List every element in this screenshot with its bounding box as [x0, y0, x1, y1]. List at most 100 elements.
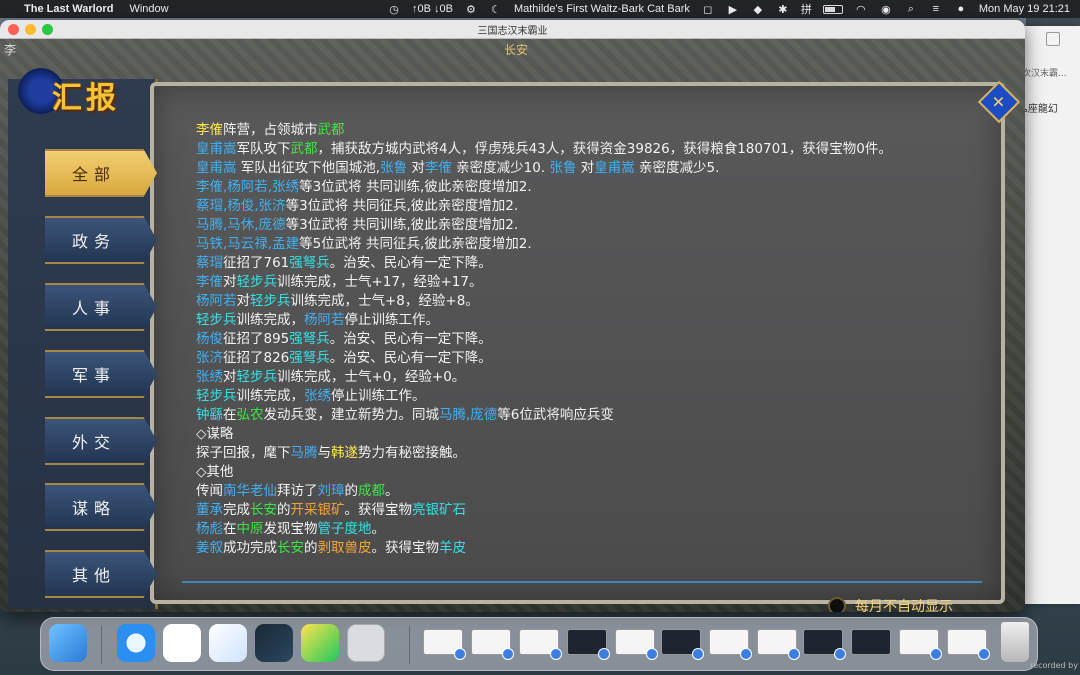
fullscreen-window-button[interactable] — [42, 24, 53, 35]
report-line: 李傕,杨阿若,张绣等3位武将 共同训练,彼此亲密度增加2. — [196, 178, 986, 197]
report-line: 蔡瑁征招了761强弩兵。治安、民心有一定下降。 — [196, 254, 986, 273]
toggle-radio[interactable] — [828, 597, 846, 612]
category-all-button[interactable]: 全部 — [45, 149, 157, 197]
category-strategy-button[interactable]: 谋略 — [45, 483, 157, 531]
report-text: 与 — [317, 445, 332, 461]
shield-icon[interactable]: ◆ — [751, 3, 765, 16]
report-highlight: 蔡瑁,杨俊,张济 — [196, 198, 286, 214]
report-line: 李傕对轻步兵训练完成，士气+17，经验+17。 — [196, 273, 986, 292]
window-thumbnail[interactable] — [709, 629, 752, 660]
report-highlight: 亮银矿石 — [412, 502, 466, 518]
close-window-button[interactable] — [8, 24, 19, 35]
now-playing[interactable]: Mathilde's First Waltz-Bark Cat Bark — [514, 3, 690, 15]
minimize-window-button[interactable] — [25, 24, 36, 35]
report-highlight: 钟繇 — [196, 407, 223, 423]
report-highlight: 张绣 — [304, 388, 331, 404]
report-highlight: 李傕 — [196, 274, 223, 290]
trash-icon[interactable] — [1001, 622, 1029, 662]
window-thumbnail[interactable] — [661, 629, 704, 660]
chat-icon[interactable]: ◻ — [701, 3, 715, 16]
game-window: 三国志汉末霸业 李 长安 汇报 全部 政务 人事 军事 外交 谋略 其他 ✕ 李… — [0, 20, 1025, 612]
report-text: 对 — [236, 293, 251, 309]
network-speed[interactable]: ↑0B ↓0B — [412, 3, 453, 15]
report-text: 。获得宝物 — [344, 502, 413, 518]
window-thumbnail[interactable] — [851, 629, 891, 655]
category-politics-button[interactable]: 政务 — [45, 216, 157, 264]
category-personnel-button[interactable]: 人事 — [45, 283, 157, 331]
rocket-app-icon[interactable] — [209, 624, 247, 662]
window-thumbnail[interactable] — [757, 629, 800, 660]
report-text: 。治安、民心有一定下降。 — [329, 350, 492, 366]
window-thumbnail[interactable] — [423, 629, 466, 660]
report-text: 势力有秘密接触。 — [358, 445, 466, 461]
report-line: 钟繇在弘农发动兵变，建立新势力。同城马腾,庞德等6位武将响应兵变 — [196, 406, 986, 425]
window-thumbnail[interactable] — [615, 629, 658, 660]
report-text: ，捕获敌方城内武将4人，俘虏残兵43人，获得资金39826，获得粮食180701… — [317, 141, 892, 157]
auto-display-toggle[interactable]: 每月不自动显示 — [828, 596, 953, 612]
report-highlight: 董承 — [196, 502, 223, 518]
search-icon[interactable]: ⌕ — [904, 3, 918, 16]
app-menu-title[interactable]: The Last Warlord — [24, 3, 113, 15]
siri-icon[interactable]: ● — [954, 3, 968, 15]
window-menu[interactable]: Window — [129, 3, 168, 15]
report-highlight: 强弩兵 — [289, 255, 330, 271]
report-text: 成功完成 — [223, 540, 277, 556]
report-highlight: 成都 — [358, 483, 385, 499]
category-military-button[interactable]: 军事 — [45, 350, 157, 398]
bluetooth-icon[interactable]: ✱ — [776, 3, 790, 16]
report-line: 皇甫嵩 军队出征攻下他国城池,张鲁 对李傕 亲密度减少10. 张鲁 对皇甫嵩 亲… — [196, 159, 986, 178]
report-text: 发动兵变，建立新势力。同城 — [263, 407, 440, 423]
report-text: 完成 — [223, 502, 250, 518]
steam-icon[interactable] — [255, 624, 293, 662]
datetime[interactable]: Mon May 19 21:21 — [979, 3, 1070, 15]
report-highlight: 杨阿若 — [196, 293, 237, 309]
window-thumbnail[interactable] — [567, 629, 610, 660]
copy-icon[interactable] — [1046, 32, 1060, 46]
window-titlebar[interactable]: 三国志汉末霸业 — [0, 20, 1025, 39]
report-line: 探子回报，麾下马腾与韩遂势力有秘密接触。 — [196, 444, 986, 463]
window-thumbnail[interactable] — [899, 629, 942, 660]
control-center-icon[interactable]: ≡ — [929, 3, 943, 15]
window-thumbnail[interactable] — [471, 629, 514, 660]
battery-icon[interactable] — [822, 4, 843, 14]
window-thumbnail[interactable] — [947, 629, 990, 660]
report-text: 探子回报，麾下 — [196, 445, 291, 461]
report-line: 杨彪在中原发现宝物管子度地。 — [196, 520, 986, 539]
user-icon[interactable]: ◉ — [879, 3, 893, 16]
report-line: 杨俊征招了895强弩兵。治安、民心有一定下降。 — [196, 330, 986, 349]
report-text: 。治安、民心有一定下降。 — [329, 255, 492, 271]
report-highlight: 轻步兵 — [236, 369, 278, 385]
category-other-button[interactable]: 其他 — [45, 550, 157, 598]
window-thumbnail[interactable] — [803, 629, 846, 660]
wifi-icon[interactable]: ◠ — [854, 3, 868, 16]
moon-icon[interactable]: ☾ — [489, 3, 503, 16]
report-line: 蔡瑁,杨俊,张济等3位武将 共同征兵,彼此亲密度增加2. — [196, 197, 986, 216]
report-line: 马铁,马云禄,孟建等5位武将 共同征兵,彼此亲密度增加2. — [196, 235, 986, 254]
report-text: 的 — [304, 540, 318, 556]
report-highlight: 轻步兵 — [250, 293, 291, 309]
play-icon[interactable]: ▶ — [726, 3, 740, 16]
clock-status-icon[interactable]: ◷ — [387, 3, 401, 16]
panel-title: 汇报 — [0, 59, 160, 129]
report-line: 张绣对轻步兵训练完成，士气+0，经验+0。 — [196, 368, 986, 387]
report-log[interactable]: 李傕阵营，占领城市武都 皇甫嵩军队攻下武都，捕获敌方城内武将4人，俘虏残兵43人，… — [196, 121, 986, 556]
baidu-netdisk-icon[interactable] — [163, 624, 201, 662]
report-highlight: 李傕,杨阿若,张绣 — [196, 179, 300, 195]
report-text: 对 — [407, 160, 425, 176]
report-highlight: 杨阿若 — [304, 312, 345, 328]
report-line: ◇谋略 — [196, 425, 986, 444]
music-app-icon[interactable] — [301, 624, 339, 662]
gear-status-icon[interactable]: ⚙ — [464, 3, 478, 16]
generic-app-icon[interactable] — [347, 624, 385, 662]
category-diplomacy-button[interactable]: 外交 — [45, 417, 157, 465]
input-method[interactable]: 拼 — [801, 1, 812, 17]
report-text: 。 — [385, 483, 399, 499]
report-highlight: 张鲁 — [549, 160, 577, 176]
window-thumbnail[interactable] — [519, 629, 562, 660]
report-line: 传闻南华老仙拜访了刘璋的成都。 — [196, 482, 986, 501]
report-highlight: 强弩兵 — [289, 331, 330, 347]
safari-icon[interactable] — [117, 624, 155, 662]
finder-icon[interactable] — [49, 624, 87, 662]
report-text: 等3位武将 共同训练,彼此亲密度增加2. — [299, 179, 532, 195]
report-text: 军队攻下 — [236, 141, 291, 157]
